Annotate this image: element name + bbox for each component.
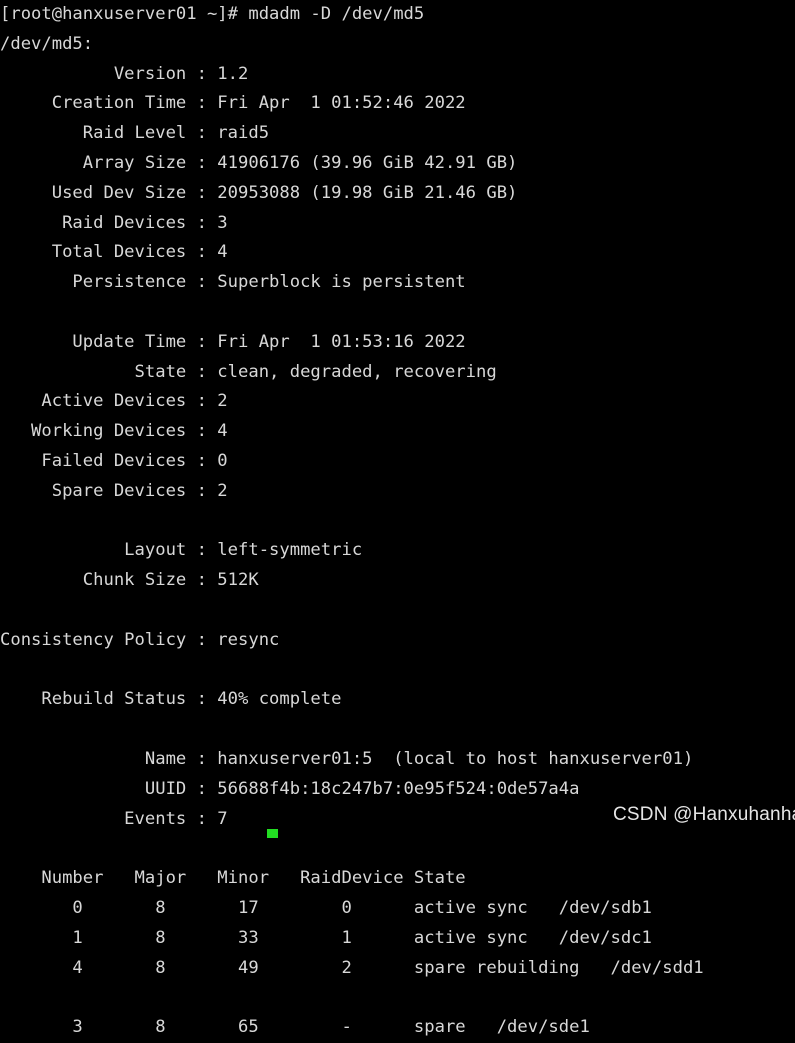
terminal-line-blank-5 bbox=[0, 715, 795, 745]
terminal-line-raid-level: Raid Level : raid5 bbox=[0, 123, 270, 144]
terminal-line-blank-7 bbox=[0, 983, 795, 1013]
terminal-line-active-devices: Active Devices : 2 bbox=[0, 391, 228, 412]
terminal-line-failed-devices: Failed Devices : 0 bbox=[0, 450, 228, 471]
terminal-line-layout: Layout : left-symmetric bbox=[0, 540, 363, 561]
device-table-header-row: Number Major Minor RaidDevice State bbox=[0, 868, 466, 889]
terminal-line-rebuild-status: Rebuild Status : 40% complete bbox=[0, 689, 342, 710]
terminal-line-persistence: Persistence : Superblock is persistent bbox=[0, 272, 466, 293]
terminal-line-prompt-command: [root@hanxuserver01 ~]# mdadm -D /dev/md… bbox=[0, 4, 425, 24]
terminal-line-raid-devices: Raid Devices : 3 bbox=[0, 212, 228, 233]
terminal-line-working-devices: Working Devices : 4 bbox=[0, 421, 228, 442]
terminal-line-array-size: Array Size : 41906176 (39.96 GiB 42.91 G… bbox=[0, 152, 518, 173]
device-table-row-4: 4 8 49 2 spare rebuilding /dev/sdd1 bbox=[0, 957, 704, 978]
terminal-line-chunk-size: Chunk Size : 512K bbox=[0, 570, 259, 591]
terminal-line-creation-time: Creation Time : Fri Apr 1 01:52:46 2022 bbox=[0, 93, 466, 114]
device-table-row-3: 3 8 65 - spare /dev/sde1 bbox=[0, 1017, 590, 1038]
terminal-line-update-time: Update Time : Fri Apr 1 01:53:16 2022 bbox=[0, 331, 466, 352]
terminal-line-uuid: UUID : 56688f4b:18c247b7:0e95f524:0de57a… bbox=[0, 778, 580, 799]
device-table-row-1: 1 8 33 1 active sync /dev/sdc1 bbox=[0, 927, 652, 948]
device-table-row-0: 0 8 17 0 active sync /dev/sdb1 bbox=[0, 897, 652, 918]
terminal-line-blank-2 bbox=[0, 507, 795, 537]
terminal-line-total-devices: Total Devices : 4 bbox=[0, 242, 228, 263]
terminal-line-used-dev-size: Used Dev Size : 20953088 (19.98 GiB 21.4… bbox=[0, 182, 518, 203]
terminal-cursor bbox=[267, 829, 278, 838]
terminal-line-blank-3 bbox=[0, 596, 795, 626]
terminal-line-device-header: /dev/md5: bbox=[0, 33, 94, 54]
terminal-line-state: State : clean, degraded, recovering bbox=[0, 361, 497, 382]
terminal-line-blank-6 bbox=[0, 834, 795, 864]
terminal-line-spare-devices: Spare Devices : 2 bbox=[0, 480, 228, 501]
terminal-line-blank-4 bbox=[0, 656, 795, 686]
terminal-line-blank-1 bbox=[0, 298, 795, 328]
terminal-line-events: Events : 7 bbox=[0, 808, 228, 829]
terminal-line-version: Version : 1.2 bbox=[0, 63, 249, 84]
terminal-line-name: Name : hanxuserver01:5 (local to host ha… bbox=[0, 748, 694, 769]
terminal-line-consistency-policy: Consistency Policy : resync bbox=[0, 629, 280, 650]
terminal-window[interactable]: [root@hanxuserver01 ~]# mdadm -D /dev/md… bbox=[0, 0, 795, 1037]
